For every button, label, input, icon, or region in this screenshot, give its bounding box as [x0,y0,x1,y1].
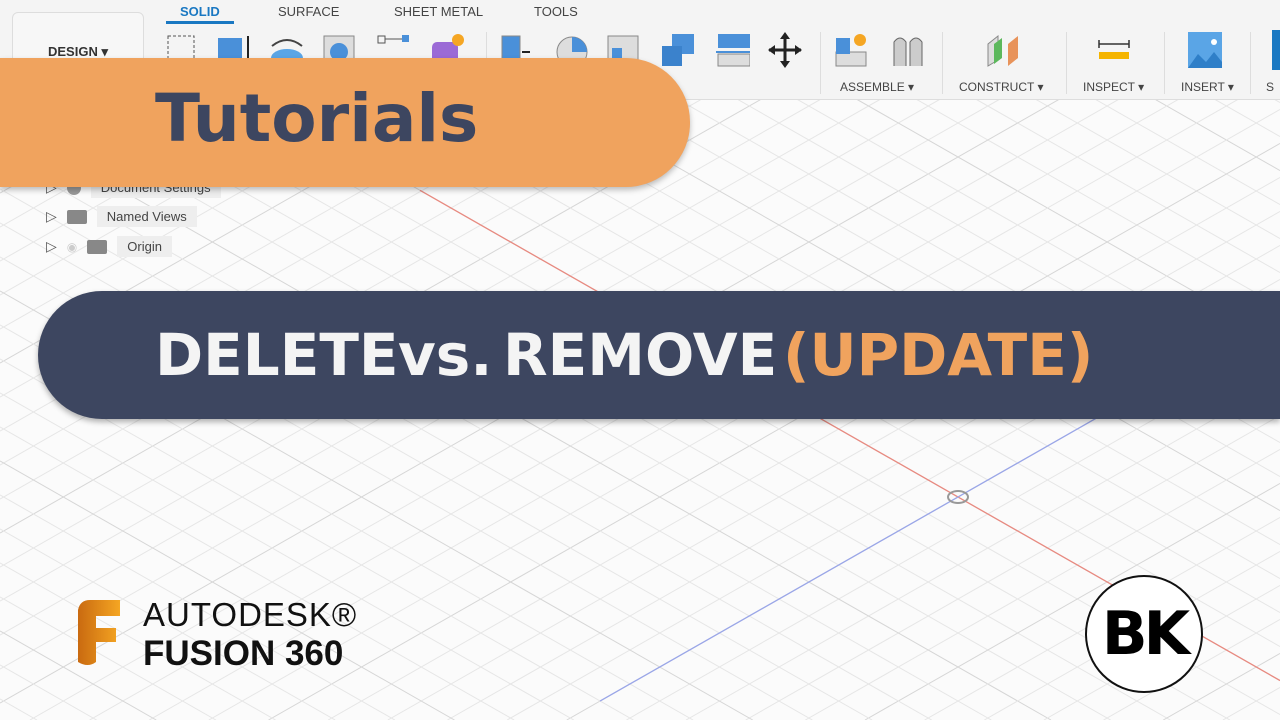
new-component-icon[interactable] [834,32,868,68]
fusion-360-logo-icon [78,600,120,665]
fusion-360-wordmark: FUSION 360 [143,634,344,673]
y-axis-line [599,415,1101,702]
tab-surface[interactable]: SURFACE [278,4,339,19]
grid-line [0,188,932,720]
category-title: Tutorials [155,80,479,157]
autodesk-wordmark: AUTODESK® [143,596,358,633]
tab-sheet-metal[interactable]: SHEET METAL [394,4,483,19]
separator [1250,32,1251,94]
folder-icon [87,239,108,254]
select-menu[interactable]: S [1266,80,1274,94]
title-banner: DELETE vs. REMOVE (UPDATE) [38,291,1280,419]
insert-image-icon[interactable] [1188,32,1222,68]
separator [1066,32,1067,94]
separator [1164,32,1165,94]
grid-line [0,664,97,720]
joint-icon[interactable] [890,32,924,68]
offset-plane-icon[interactable] [984,32,1018,68]
channel-logo: BK [1085,575,1203,693]
title-vs: vs. [398,321,493,389]
title-update: (UPDATE) [783,321,1094,389]
grid-line [745,415,1280,720]
assemble-menu[interactable]: ASSEMBLE ▾ [840,80,914,94]
browser-item-named-views[interactable]: ▷ Named Views [46,206,197,227]
item-label: Named Views [96,206,197,227]
grid-line [864,483,1280,720]
construct-menu[interactable]: CONSTRUCT ▾ [959,80,1043,94]
select-icon[interactable] [1272,30,1280,70]
grid-line [0,698,38,720]
title-remove: REMOVE [503,321,778,389]
tab-tools[interactable]: TOOLS [534,4,578,19]
category-banner: Tutorials [0,58,690,187]
expand-icon[interactable]: ▷ [46,238,57,255]
expand-icon[interactable]: ▷ [46,208,57,225]
grid-line [805,449,1280,720]
move-icon[interactable] [768,32,802,68]
grid-line [0,460,455,720]
visibility-hidden-icon[interactable]: ◉ [67,240,77,254]
tab-solid[interactable]: SOLID [166,4,234,24]
insert-menu[interactable]: INSERT ▾ [1181,80,1234,94]
separator [942,32,943,94]
separator [820,32,821,94]
folder-icon [66,209,87,224]
browser-item-origin[interactable]: ▷ ◉ Origin [46,236,172,257]
item-label: Origin [117,236,172,257]
measure-icon[interactable] [1097,32,1131,68]
channel-logo-text: BK [1101,599,1190,669]
inspect-menu[interactable]: INSPECT ▾ [1083,80,1144,94]
split-body-icon[interactable] [716,32,750,68]
title-delete: DELETE [155,321,399,389]
combine-icon[interactable] [660,32,694,68]
grid-line [1222,687,1280,720]
